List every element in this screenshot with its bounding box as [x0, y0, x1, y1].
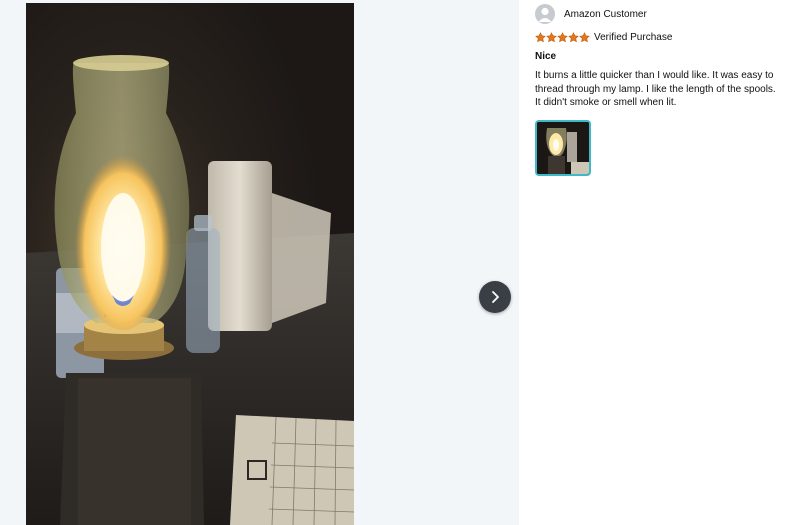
image-viewer — [0, 0, 519, 525]
chevron-right-icon — [492, 291, 499, 303]
star-icon — [557, 31, 568, 42]
reviewer-name[interactable]: Amazon Customer — [564, 9, 647, 20]
review-media-page: Amazon Customer Verified Purchase Nice I… — [0, 0, 800, 525]
review-photo — [26, 3, 354, 525]
next-image-button[interactable] — [479, 281, 511, 313]
review-title: Nice — [535, 51, 557, 62]
star-icon — [535, 31, 546, 42]
reviewer-profile[interactable]: Amazon Customer — [535, 4, 785, 24]
star-icon — [579, 31, 590, 42]
user-avatar-icon — [535, 4, 555, 24]
verified-purchase-badge: Verified Purchase — [594, 31, 673, 43]
review-image-thumbnail[interactable] — [535, 119, 591, 176]
review-panel: Amazon Customer Verified Purchase Nice I… — [535, 4, 785, 176]
rating-row: Verified Purchase — [535, 30, 785, 44]
star-icon — [546, 31, 557, 42]
star-rating[interactable] — [535, 31, 590, 43]
star-icon — [568, 31, 579, 42]
review-body: It burns a little quicker than I would l… — [535, 70, 776, 108]
